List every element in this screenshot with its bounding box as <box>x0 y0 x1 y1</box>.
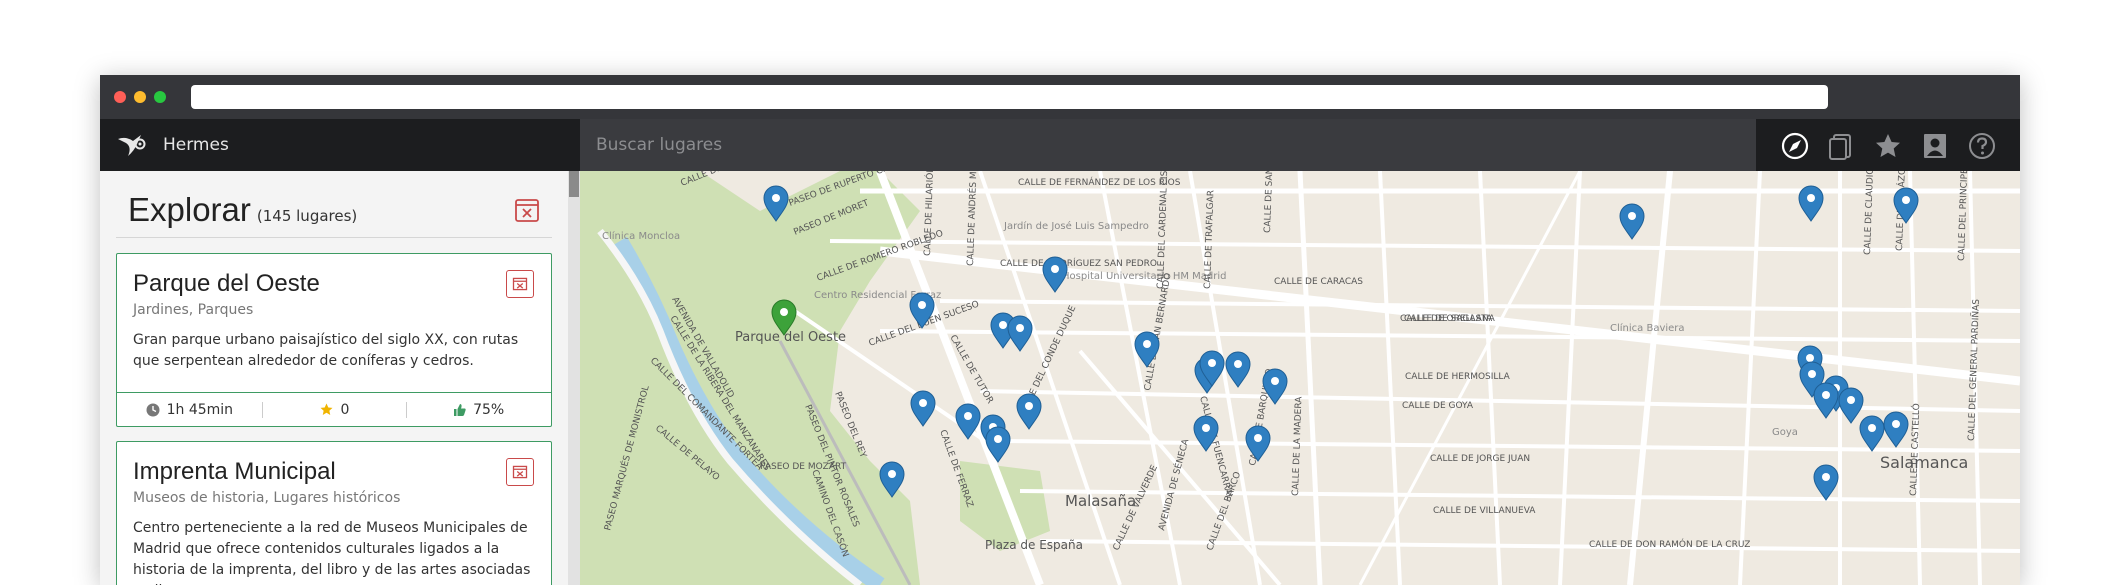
street-label: CALLE DE GOYA <box>1402 401 1474 411</box>
place-label: Hospital Universitario HM Madrid <box>1062 271 1227 282</box>
place-label: Clínica Baviera <box>1610 322 1685 334</box>
place-card[interactable]: Imprenta Municipal Museos de historia, L… <box>116 441 552 585</box>
address-bar[interactable] <box>191 85 1828 109</box>
street-label: CALLE DE CARACAS <box>1274 277 1363 287</box>
stars-stat: 0 <box>261 393 407 426</box>
browser-chrome <box>100 75 2020 119</box>
street-label: M-30 <box>580 171 603 174</box>
street-label: CALLE DE VILLANUEVA <box>1433 506 1536 516</box>
street-label: PASEO DE MOZART <box>760 462 847 472</box>
map-pin-icon[interactable] <box>1619 203 1645 240</box>
window-close-button[interactable] <box>114 91 126 103</box>
street-label: CALLE DE JORGE JUAN <box>1430 454 1530 464</box>
help-icon[interactable] <box>1967 131 1997 161</box>
map-pin-icon[interactable] <box>1813 382 1839 419</box>
street-label: CALLE DE ANDRÉS MELLADO <box>964 171 981 266</box>
browser-window: Hermes Explorar (145 lugares) <box>100 75 2020 585</box>
street-label: CALLE DE LA MADERA <box>1291 396 1304 496</box>
compass-icon[interactable] <box>1780 131 1810 161</box>
duration-value: 1h 45min <box>166 401 234 418</box>
map-pin-icon[interactable] <box>1225 351 1251 388</box>
street-label: CALLE DE DON RAMÓN DE LA CRUZ <box>1589 538 1750 550</box>
stars-value: 0 <box>340 401 350 418</box>
district-label: Salamanca <box>1880 453 1968 472</box>
place-label: Goya <box>1772 427 1798 438</box>
map-pin-icon[interactable] <box>1016 393 1042 430</box>
street-label: CALLE DE FERNÁNDEZ DE LOS RÍOS <box>1018 176 1181 188</box>
app-name: Hermes <box>163 135 229 155</box>
scrollbar-thumb[interactable] <box>569 171 579 197</box>
map-pin-icon[interactable] <box>910 390 936 427</box>
place-label: Clínica Moncloa <box>602 230 680 242</box>
street-label: CALLE DE ORELLANA <box>1400 314 1496 324</box>
thumbs-up-icon <box>454 403 466 416</box>
dismiss-card-button[interactable] <box>506 458 534 486</box>
clock-icon <box>146 403 160 416</box>
explore-sidebar: Explorar (145 lugares) Parque del Oeste J… <box>100 171 580 585</box>
duration-stat: 1h 45min <box>117 393 262 426</box>
map-pin-icon[interactable] <box>1007 315 1033 352</box>
window-maximize-button[interactable] <box>154 91 166 103</box>
place-category: Museos de historia, Lugares históricos <box>133 490 401 506</box>
map-canvas[interactable]: Malasaña Salamanca Parque del Oeste Plaza d… <box>580 171 2020 585</box>
place-label: Jardín de José Luis Sampedro <box>1003 220 1149 232</box>
sidebar-header: Explorar (145 lugares) <box>128 191 357 235</box>
cards-icon[interactable] <box>1826 131 1856 161</box>
street-label: CALLE DE RODRÍGUEZ SAN PEDRO <box>1000 257 1157 269</box>
map-pin-icon[interactable] <box>1042 256 1068 293</box>
map-view[interactable]: Malasaña Salamanca Parque del Oeste Plaza d… <box>580 171 2020 585</box>
star-icon[interactable] <box>1873 131 1903 161</box>
likes-value: 75% <box>473 401 505 418</box>
search-input[interactable] <box>580 119 1756 171</box>
map-pin-icon[interactable] <box>1883 411 1909 448</box>
map-pin-icon[interactable] <box>1859 415 1885 452</box>
place-category: Jardines, Parques <box>133 302 254 318</box>
district-label: Malasaña <box>1065 492 1136 510</box>
places-count: (145 lugares) <box>256 207 358 225</box>
profile-icon[interactable] <box>1920 131 1950 161</box>
street-label: CALLE DE HERMOSILLA <box>1405 372 1511 382</box>
map-pin-icon[interactable] <box>1813 464 1839 501</box>
star-rating-icon <box>320 403 333 415</box>
place-stats: 1h 45min 0 75% <box>117 392 551 426</box>
hermes-logo-icon[interactable] <box>116 131 148 159</box>
map-pin-icon[interactable] <box>1838 387 1864 424</box>
place-title: Parque del Oeste <box>133 270 320 297</box>
header-divider <box>116 237 552 238</box>
window-minimize-button[interactable] <box>134 91 146 103</box>
place-description: Centro perteneciente a la red de Museos … <box>133 520 531 585</box>
place-description: Gran parque urbano paisajístico del sigl… <box>133 332 519 369</box>
district-label: Plaza de España <box>985 538 1083 552</box>
place-title: Imprenta Municipal <box>133 458 336 485</box>
street-label: CALLE DEL GENERAL PARDIÑAS <box>1966 299 1982 442</box>
street-label: CALLE DE SANTA ENGRACIA <box>1263 171 1277 233</box>
street-label: CALLE DE CLAUDIO COELLO <box>1863 171 1877 255</box>
district-label: Parque del Oeste <box>735 330 846 345</box>
dismiss-card-button[interactable] <box>506 270 534 298</box>
sidebar-scrollbar[interactable] <box>568 171 580 585</box>
place-card[interactable]: Parque del Oeste Jardines, Parques Gran … <box>116 253 552 427</box>
sidebar-title: Explorar <box>128 191 251 228</box>
likes-stat: 75% <box>406 393 551 426</box>
app-header: Hermes <box>100 119 2020 171</box>
clear-filters-button[interactable] <box>514 197 540 223</box>
map-pin-icon[interactable] <box>1798 185 1824 222</box>
